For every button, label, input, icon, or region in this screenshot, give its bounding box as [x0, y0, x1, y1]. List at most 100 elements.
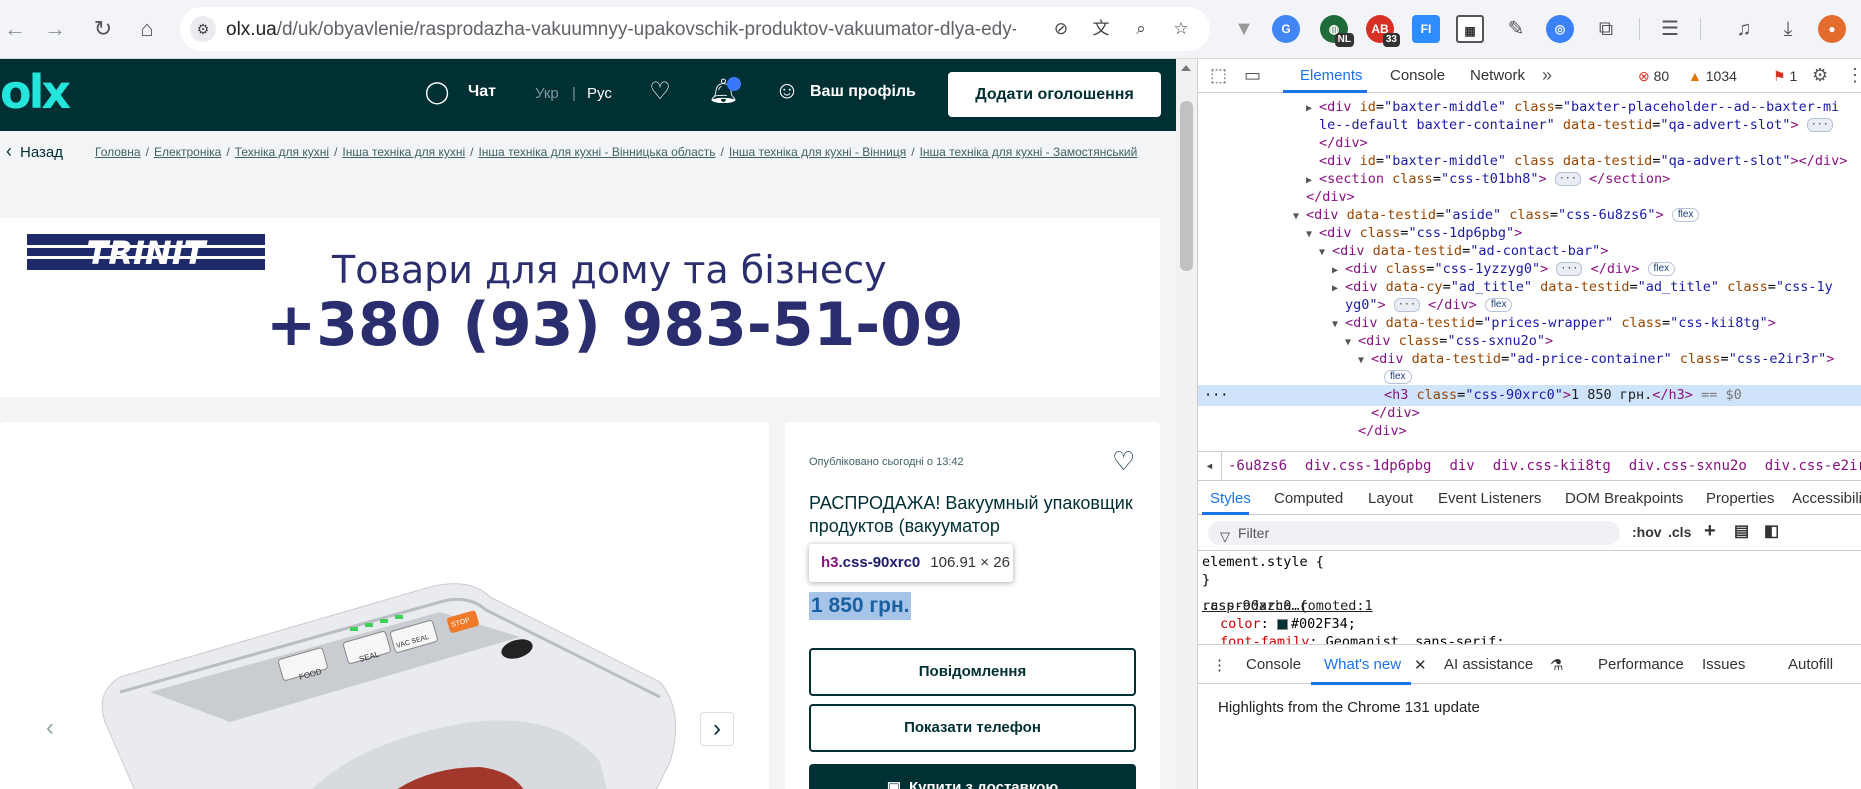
- message-button[interactable]: Повідомлення: [809, 648, 1136, 696]
- color-swatch[interactable]: [1276, 618, 1288, 630]
- favorites-heart-icon[interactable]: ♡: [645, 77, 675, 106]
- dom-crumb[interactable]: div.css-1dp6pbg: [1305, 458, 1431, 474]
- google-translate-ext-icon[interactable]: G: [1272, 15, 1300, 43]
- subtab-styles[interactable]: Styles: [1210, 490, 1251, 507]
- close-whats-new-icon[interactable]: ✕: [1414, 656, 1427, 674]
- issues-counter[interactable]: ⚑ 1: [1773, 68, 1797, 85]
- dom-crumb[interactable]: div: [1449, 458, 1474, 474]
- rule-source-link[interactable]: rasprodazha…romoted:1: [1202, 597, 1861, 615]
- zoom-icon[interactable]: ⌕: [1130, 18, 1152, 40]
- color-declaration[interactable]: color: #002F34;: [1220, 615, 1356, 633]
- gallery-prev-chevron-icon[interactable]: ‹: [33, 712, 67, 746]
- adblock-ext-icon[interactable]: AB 33: [1366, 15, 1400, 47]
- subtab-properties[interactable]: Properties: [1706, 490, 1774, 507]
- profile-link[interactable]: Ваш профіль: [810, 83, 916, 101]
- back-arrow-icon[interactable]: ←: [0, 14, 30, 44]
- drawer-tab-ai-assistance[interactable]: AI assistance: [1444, 656, 1533, 673]
- tab-console[interactable]: Console: [1390, 67, 1445, 84]
- cls-toggle[interactable]: .cls: [1668, 524, 1691, 540]
- site-info-icon[interactable]: ⚙: [190, 16, 216, 42]
- drawer-tab-whats-new[interactable]: What's new: [1324, 656, 1401, 673]
- breadcrumb-item[interactable]: Інша техніка для кухні: [342, 145, 465, 159]
- element-style-selector[interactable]: element.style {: [1202, 553, 1324, 571]
- drawer-tab-performance[interactable]: Performance: [1598, 656, 1684, 673]
- drawer-tab-console[interactable]: Console: [1246, 656, 1301, 673]
- dom-node-markup: <h3 class="css-90xrc0">1 850 грн.</h3> =…: [1384, 387, 1742, 403]
- subtab-computed[interactable]: Computed: [1274, 490, 1343, 507]
- dom-crumb[interactable]: -6u8zs6: [1228, 458, 1287, 474]
- olx-logo[interactable]: olx: [0, 65, 71, 119]
- subtab-event-listeners[interactable]: Event Listeners: [1438, 490, 1541, 507]
- forward-arrow-icon[interactable]: →: [40, 14, 70, 44]
- address-bar[interactable]: ⚙ olx.ua/d/uk/obyavlenie/rasprodazha-vak…: [180, 7, 1210, 51]
- translate-icon[interactable]: 文: [1090, 18, 1112, 40]
- profile-avatar-icon[interactable]: ●: [1818, 15, 1846, 43]
- drawer-menu-icon[interactable]: ⋮: [1212, 656, 1227, 674]
- photo-gallery[interactable]: FOOD SEAL VAC SEAL STOP ‹ ›: [0, 422, 769, 789]
- subtab-dom-breakpoints[interactable]: DOM Breakpoints: [1565, 490, 1683, 507]
- more-options-icon[interactable]: ⋮: [1846, 65, 1861, 86]
- subtab-accessibility[interactable]: Accessibili: [1792, 490, 1861, 507]
- breadcrumb-item[interactable]: Інша техніка для кухні - Замостянський: [920, 145, 1138, 159]
- styles-filter-input[interactable]: ▽ Filter: [1208, 521, 1620, 545]
- eye-off-icon[interactable]: ⊘: [1050, 18, 1072, 40]
- breadcrumb-item[interactable]: Техніка для кухні: [235, 145, 329, 159]
- bookmark-star-icon[interactable]: ☆: [1170, 18, 1192, 40]
- dom-node[interactable]: </div>: [1198, 421, 1407, 442]
- media-icon[interactable]: ♫: [1730, 15, 1758, 43]
- tab-elements[interactable]: Elements: [1300, 67, 1363, 84]
- breadcrumb-item[interactable]: Інша техніка для кухні - Вінницька облас…: [478, 145, 715, 159]
- subtab-layout[interactable]: Layout: [1368, 490, 1413, 507]
- more-tabs-chevron-icon[interactable]: »: [1542, 65, 1552, 86]
- device-toolbar-icon[interactable]: ▭: [1244, 65, 1261, 86]
- warning-counter[interactable]: ▲ 1034: [1688, 68, 1737, 84]
- dom-crumb[interactable]: div.css-kii8tg: [1493, 458, 1611, 474]
- buy-with-delivery-button[interactable]: ▣ Купити з доставкою: [809, 764, 1136, 789]
- computed-toggle-icon[interactable]: ▤: [1734, 521, 1749, 541]
- chat-link[interactable]: Чат: [468, 83, 496, 101]
- error-counter[interactable]: ⊗ 80: [1638, 68, 1669, 85]
- dom-crumb[interactable]: div.css-e2ir3r: [1765, 458, 1861, 474]
- breadcrumb-item[interactable]: Головна: [95, 145, 141, 159]
- download-icon[interactable]: ⤓: [1774, 15, 1802, 43]
- show-phone-button[interactable]: Показати телефон: [809, 704, 1136, 752]
- reload-icon[interactable]: ↻: [88, 14, 118, 44]
- blue-ext-icon[interactable]: ◎: [1546, 15, 1574, 43]
- breadcrumb-item[interactable]: Інша техніка для кухні - Вінниця: [729, 145, 906, 159]
- post-ad-button[interactable]: Додати оголошення: [948, 72, 1161, 117]
- inspect-element-icon[interactable]: ⬚: [1210, 65, 1227, 86]
- extensions-puzzle-icon[interactable]: ⧉: [1592, 15, 1620, 43]
- extension-v-icon[interactable]: ▼: [1230, 15, 1258, 43]
- ad-banner[interactable]: TRINIT Товари для дому та бізнесу +380 (…: [0, 218, 1160, 397]
- dom-tree[interactable]: ▶ <div id="baxter-middle" class="baxter-p…: [1198, 95, 1861, 451]
- warning-icon: ▲: [1688, 68, 1702, 84]
- breadcrumb-item[interactable]: Електроніка: [154, 145, 221, 159]
- dom-crumb[interactable]: div.css-sxnu2o: [1629, 458, 1747, 474]
- scroll-thumb[interactable]: [1180, 101, 1193, 271]
- qr-ext-icon[interactable]: ▦: [1456, 15, 1484, 43]
- back-link[interactable]: ‹ Назад: [6, 141, 63, 162]
- tab-network[interactable]: Network: [1470, 67, 1525, 84]
- banner-phone: +380 (93) 983-51-09: [266, 290, 964, 360]
- drawer-tab-issues[interactable]: Issues: [1702, 656, 1745, 673]
- new-rule-plus-icon[interactable]: +: [1704, 520, 1716, 543]
- sidebar-toggle-icon[interactable]: ◧: [1764, 521, 1779, 541]
- fi-ext-icon[interactable]: FI: [1412, 15, 1440, 43]
- page-scrollbar[interactable]: [1176, 59, 1197, 789]
- scroll-up-arrow-icon[interactable]: [1181, 65, 1191, 71]
- user-icon[interactable]: ☺: [772, 77, 802, 105]
- drawer-tab-autofill[interactable]: Autofill: [1788, 656, 1833, 673]
- reading-list-icon[interactable]: ☰: [1656, 15, 1684, 43]
- crumb-scroll-left-icon[interactable]: ◂: [1198, 452, 1222, 480]
- vpn-ext-icon[interactable]: ◍ NL: [1320, 15, 1354, 47]
- favorite-heart-icon[interactable]: ♡: [1112, 446, 1135, 477]
- gallery-next-chevron-icon[interactable]: ›: [700, 712, 734, 746]
- home-icon[interactable]: ⌂: [132, 14, 162, 44]
- settings-gear-icon[interactable]: ⚙: [1812, 65, 1828, 86]
- eyedropper-icon[interactable]: ✎: [1502, 15, 1530, 43]
- url-text[interactable]: olx.ua/d/uk/obyavlenie/rasprodazha-vakuu…: [226, 19, 1016, 41]
- hov-toggle[interactable]: :hov: [1632, 524, 1662, 540]
- lang-ukr[interactable]: Укр: [535, 85, 559, 102]
- lang-rus[interactable]: Рус: [587, 85, 612, 102]
- chat-icon[interactable]: ◯: [422, 79, 452, 105]
